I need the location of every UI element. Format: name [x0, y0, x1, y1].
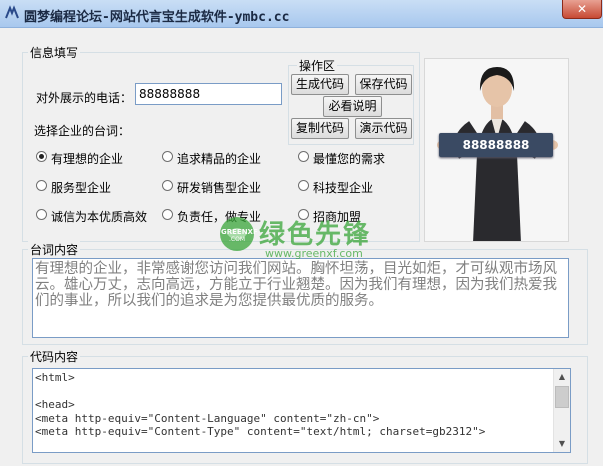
phone-display-banner: 88888888 [439, 133, 553, 157]
ops-group-legend: 操作区 [297, 57, 338, 74]
radio-dot [36, 180, 47, 191]
spokesperson-preview: 88888888 [424, 58, 569, 242]
radio-dot [162, 209, 173, 220]
help-button[interactable]: 必看说明 [323, 96, 382, 117]
phone-label: 对外展示的电话： [36, 91, 133, 105]
radio-dot [36, 151, 47, 162]
scroll-down-arrow-icon[interactable]: ▼ [554, 436, 570, 452]
copy-code-button[interactable]: 复制代码 [291, 118, 349, 139]
radio-dot [298, 209, 309, 220]
radio-label: 服务型企业 [51, 181, 112, 195]
radio-dot [162, 151, 173, 162]
radio-dot [36, 209, 47, 220]
app-icon [5, 5, 19, 19]
info-group-legend: 信息填写 [28, 44, 81, 61]
code-scrollbar[interactable]: ▲ ▼ [553, 369, 570, 452]
intro-text: 有理想的企业，非常感谢您访问我们网站。胸怀坦荡，目光如炬，才可纵观市场风云。雄心… [35, 261, 557, 309]
close-button[interactable]: ✕ [562, 0, 602, 19]
generate-code-button[interactable]: 生成代码 [291, 74, 349, 95]
phone-input[interactable] [135, 83, 282, 105]
title-bar[interactable]: 圆梦编程论坛-网站代言宝生成软件-ymbc.cc ✕ [0, 0, 603, 28]
radio-label: 研发销售型企业 [177, 181, 262, 195]
demo-code-button[interactable]: 演示代码 [355, 118, 412, 139]
radio-label: 追求精品的企业 [177, 152, 262, 166]
intro-textarea[interactable]: 有理想的企业，非常感谢您访问我们网站。胸怀坦荡，目光如炬，才可纵观市场风云。雄心… [32, 258, 569, 338]
code-text: <html> <head> <meta http-equiv="Content-… [35, 371, 486, 438]
radio-label: 诚信为本优质高效 [51, 210, 148, 224]
radio-dot [298, 180, 309, 191]
radio-label: 有理想的企业 [51, 152, 124, 166]
save-code-button[interactable]: 保存代码 [355, 74, 412, 95]
code-textarea[interactable]: <html> <head> <meta http-equiv="Content-… [32, 368, 571, 453]
code-group-legend: 代码内容 [28, 348, 81, 365]
radio-dot [298, 151, 309, 162]
scroll-up-arrow-icon[interactable]: ▲ [554, 369, 570, 385]
radio-label: 招商加盟 [313, 210, 362, 224]
slogan-label: 选择企业的台词： [34, 124, 131, 138]
radio-dot [162, 180, 173, 191]
radio-label: 负责任，做专业 [177, 210, 262, 224]
radio-label: 最懂您的需求 [313, 152, 386, 166]
scroll-thumb[interactable] [555, 386, 569, 408]
intro-group-legend: 台词内容 [28, 241, 81, 258]
radio-label: 科技型企业 [313, 181, 374, 195]
window-title: 圆梦编程论坛-网站代言宝生成软件-ymbc.cc [24, 10, 290, 25]
